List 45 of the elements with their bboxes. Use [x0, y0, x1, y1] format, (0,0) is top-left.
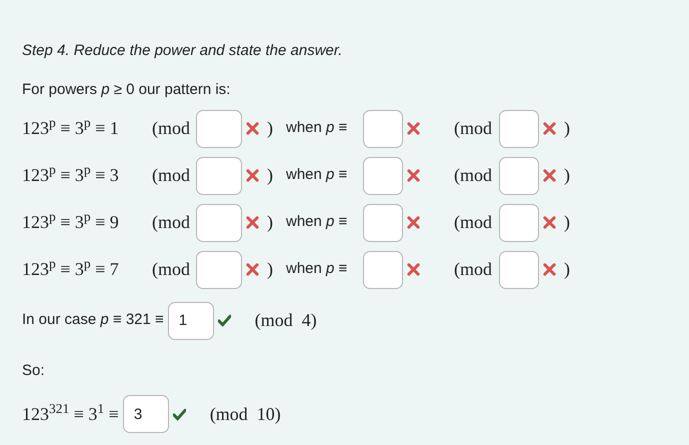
- answer-field[interactable]: [499, 110, 539, 148]
- closing-parenthesis: ): [267, 212, 273, 232]
- congruence-expression: 123$^{p}$ ≡ 3$^{p}$ ≡ 3: [22, 162, 120, 187]
- case-text: In our case p ≡ 321 ≡: [22, 310, 164, 330]
- answer-field[interactable]: [499, 250, 539, 288]
- mod-label: (mod: [454, 118, 492, 138]
- answer-field[interactable]: [363, 110, 403, 148]
- when-label: when p ≡: [286, 213, 348, 230]
- closing-parenthesis: ): [564, 211, 570, 234]
- when-label: when p ≡: [286, 260, 348, 278]
- closing-parenthesis: ): [267, 259, 273, 279]
- mod-label: (mod: [454, 259, 492, 279]
- when-label: when p ≡: [286, 166, 348, 184]
- closing-parenthesis: ): [564, 164, 570, 187]
- answer-field[interactable]: 3: [122, 395, 169, 433]
- answer-field[interactable]: [363, 250, 403, 288]
- answer-field[interactable]: [196, 204, 242, 242]
- mod-label: (mod: [152, 118, 190, 138]
- answer-field[interactable]: 1: [168, 302, 214, 340]
- closing-parenthesis: ): [267, 118, 273, 138]
- mod-label: (mod 10): [210, 402, 281, 426]
- answer-field[interactable]: [363, 156, 403, 194]
- mod-label: (mod: [152, 212, 190, 232]
- answer-field[interactable]: [499, 204, 539, 242]
- closing-parenthesis: ): [564, 258, 570, 281]
- answer-field[interactable]: [363, 204, 403, 242]
- answer-field[interactable]: [196, 250, 242, 288]
- intro-text: For powers p ≥ 0 our pattern is:: [22, 80, 232, 100]
- congruence-expression: 123$^{p}$ ≡ 3$^{p}$ ≡ 9: [22, 209, 120, 234]
- so-label: So:: [22, 361, 46, 381]
- step-title: Step 4. Reduce the power and state the answer.: [22, 41, 344, 61]
- mod-label: (mod: [454, 165, 492, 185]
- answer-field[interactable]: [499, 156, 539, 194]
- mod-label: (mod 4): [254, 309, 317, 332]
- answer-field[interactable]: [196, 110, 242, 148]
- when-label: when p ≡: [286, 119, 348, 136]
- closing-parenthesis: ): [267, 165, 273, 185]
- mod-label: (mod: [152, 259, 190, 279]
- answer-field[interactable]: [196, 156, 242, 194]
- mod-label: (mod: [454, 212, 492, 232]
- mod-label: (mod: [152, 165, 190, 185]
- congruence-expression: 123$^{321}$ ≡ 3$^{1}$ ≡: [22, 400, 119, 426]
- closing-parenthesis: ): [564, 117, 570, 140]
- congruence-expression: 123$^{p}$ ≡ 3$^{p}$ ≡ 7: [22, 256, 120, 281]
- congruence-expression: 123$^{p}$ ≡ 3$^{p}$ ≡ 1: [22, 115, 120, 140]
